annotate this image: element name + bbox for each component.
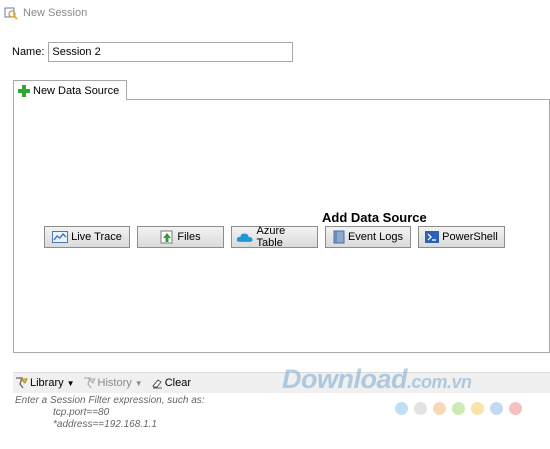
add-data-source-heading: Add Data Source <box>322 210 427 225</box>
session-icon <box>4 6 18 20</box>
library-label: Library <box>30 377 64 389</box>
eraser-icon <box>152 379 162 389</box>
watermark-dot <box>490 402 503 415</box>
cloud-icon <box>236 233 253 242</box>
watermark-dot <box>509 402 522 415</box>
live-trace-label: Live Trace <box>71 231 122 243</box>
title-bar: New Session <box>0 0 550 26</box>
session-name-input[interactable] <box>48 42 294 62</box>
library-button[interactable]: Library ▼ <box>15 377 75 389</box>
plus-icon <box>18 84 30 97</box>
chart-icon <box>52 231 69 243</box>
tab-label: New Data Source <box>33 84 120 97</box>
event-logs-button[interactable]: Event Logs <box>325 226 411 248</box>
history-icon <box>83 377 96 389</box>
history-button[interactable]: History ▼ <box>83 377 143 389</box>
powershell-label: PowerShell <box>442 231 498 243</box>
watermark-suffix: .com.vn <box>407 372 472 392</box>
watermark-dot <box>414 402 427 415</box>
library-icon <box>16 377 28 389</box>
live-trace-button[interactable]: Live Trace <box>44 226 130 248</box>
watermark-text: Download <box>282 364 408 394</box>
watermark-dots <box>395 402 522 415</box>
upload-file-icon <box>160 230 173 244</box>
azure-table-label: Azure Table <box>256 225 286 249</box>
history-label: History <box>97 377 132 389</box>
files-button[interactable]: Files <box>137 226 224 248</box>
clear-label: Clear <box>164 377 191 389</box>
window-title: New Session <box>23 7 88 19</box>
powershell-icon <box>425 231 440 243</box>
powershell-button[interactable]: PowerShell <box>418 226 505 248</box>
watermark-dot <box>471 402 484 415</box>
files-label: Files <box>177 231 201 243</box>
name-label: Name: <box>12 46 45 58</box>
watermark-dot <box>452 402 465 415</box>
azure-table-button[interactable]: Azure Table <box>231 225 318 249</box>
watermark-dot <box>395 402 408 415</box>
chevron-down-icon: ▼ <box>66 378 75 388</box>
session-name-row: Name: <box>12 41 294 63</box>
clear-button[interactable]: Clear <box>151 377 191 389</box>
data-source-panel: Add Data Source Live Trace Files Azure T… <box>13 99 550 353</box>
tab-new-data-source[interactable]: New Data Source <box>13 80 127 100</box>
log-book-icon <box>333 230 345 244</box>
watermark-logo: Download.com.vn <box>282 364 472 395</box>
watermark-dot <box>433 402 446 415</box>
data-source-buttons: Live Trace Files Azure Table Event Logs <box>44 225 505 249</box>
chevron-down-icon: ▼ <box>134 378 143 388</box>
filter-hint-line-3: *address==192.168.1.1 <box>53 419 157 430</box>
event-logs-label: Event Logs <box>347 231 404 243</box>
